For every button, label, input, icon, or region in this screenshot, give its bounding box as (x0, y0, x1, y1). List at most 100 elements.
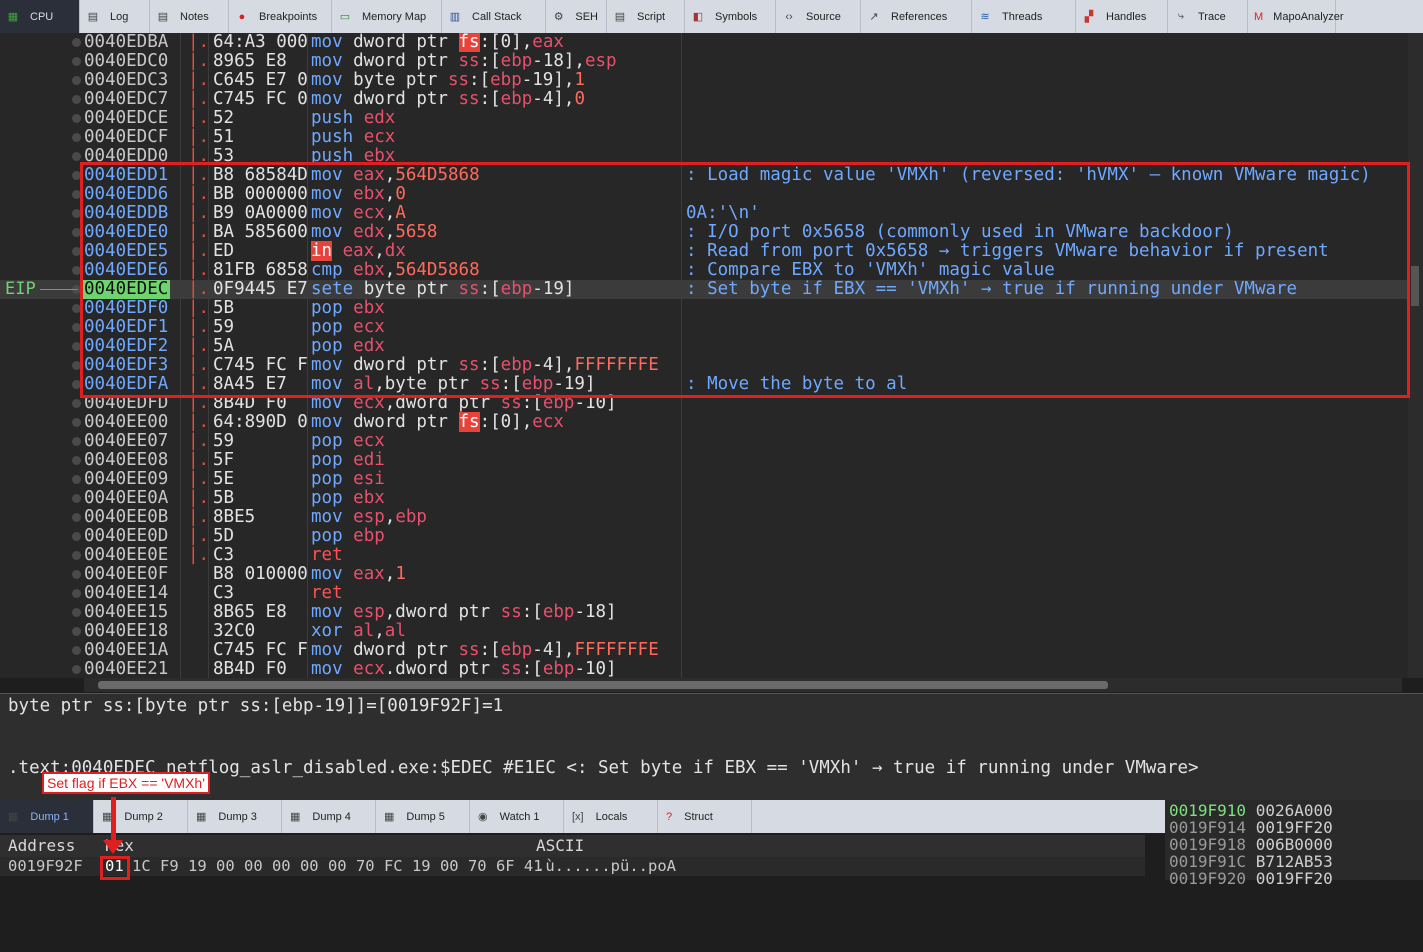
breakpoint-gutter-dot[interactable] (72, 627, 81, 636)
tab-dump-4[interactable]: ▦ Dump 4 (282, 800, 376, 833)
breakpoint-gutter-dot[interactable] (72, 456, 81, 465)
stack-view[interactable]: 0019F910 0026A000 0019F914 0019FF20 0019F9… (1165, 800, 1423, 887)
disasm-row[interactable]: 0040EE09 |. 5E pop esi (0, 470, 1408, 489)
disasm-row[interactable]: 0040EDCF |. 51 push ecx (0, 128, 1408, 147)
memory-map-icon: ▭ (339, 11, 351, 23)
tab-script[interactable]: ▤ Script (607, 0, 685, 33)
tab-locals[interactable]: [x] Locals (564, 800, 658, 833)
tab-label: SEH (575, 10, 598, 23)
breakpoint-gutter-dot[interactable] (72, 114, 81, 123)
instruction-address: 0040EE18 (84, 621, 169, 641)
instruction-token: ret (311, 583, 343, 603)
breakpoint-gutter-dot[interactable] (72, 95, 81, 104)
disassembly-horizontal-scrollbar[interactable] (84, 678, 1402, 692)
jump-marker: |. (188, 488, 210, 508)
tab-call-stack[interactable]: ▥ Call Stack (442, 0, 546, 33)
tab-seh[interactable]: ⚙ SEH (546, 0, 607, 33)
instruction-token: -4], (532, 640, 575, 660)
dump-row[interactable]: 0019F92F 01 1C F9 19 00 00 00 00 00 70 F… (0, 857, 1145, 876)
instruction-token (343, 431, 354, 451)
disasm-row[interactable]: 0040EDCE |. 52 push edx (0, 109, 1408, 128)
breakpoint-gutter-dot[interactable] (72, 38, 81, 47)
disasm-row[interactable]: 0040EE0E |. C3 ret (0, 546, 1408, 565)
tab-dump-3[interactable]: ▦ Dump 3 (188, 800, 282, 833)
tab-watch-1[interactable]: ◉ Watch 1 (470, 800, 564, 833)
disasm-row[interactable]: 0040EDBA |.64:A3 00000000mov dword ptr fs… (0, 33, 1408, 52)
tab-label: MapoAnalyzer (1273, 10, 1344, 23)
disassembly-vertical-scrollbar[interactable] (1408, 33, 1423, 678)
breakpoint-gutter-dot[interactable] (72, 152, 81, 161)
jump-marker: |. (188, 526, 210, 546)
disasm-row[interactable]: 0040EE21 8B4D F0 mov ecx.dword ptr ss:[ebp… (0, 660, 1408, 678)
breakpoint-gutter-dot[interactable] (72, 133, 81, 142)
disasm-row[interactable]: 0040EE07 |. 59 pop ecx (0, 432, 1408, 451)
tab-notes[interactable]: ▤ Notes (150, 0, 229, 33)
disasm-row[interactable]: 0040EE0D |. 5D pop ebp (0, 527, 1408, 546)
tab-handles[interactable]: ▞ Handles (1076, 0, 1168, 33)
disasm-row[interactable]: 0040EDC3 |. C645 E7 01 mov byte ptr ss:[ebp… (0, 71, 1408, 90)
disasm-row[interactable]: 0040EE08 |. 5F pop edi (0, 451, 1408, 470)
breakpoint-gutter-dot[interactable] (72, 475, 81, 484)
disasm-row[interactable]: 0040EE0A |. 5B pop ebx (0, 489, 1408, 508)
breakpoint-gutter-dot[interactable] (72, 532, 81, 541)
dump-hex-bytes[interactable]: 1C F9 19 00 00 00 00 00 70 FC 19 00 70 6… (132, 857, 543, 876)
disasm-row[interactable]: 0040EDC0 |. 8965 E8 mov dword ptr ss:[ebp-1… (0, 52, 1408, 71)
tab-dump-5[interactable]: ▦ Dump 5 (376, 800, 470, 833)
tab-log[interactable]: ▤ Log (80, 0, 150, 33)
tab-references[interactable]: ↗ References (861, 0, 972, 33)
references-icon: ↗ (869, 11, 879, 23)
stack-row[interactable]: 0019F918 006B0000 (1169, 836, 1333, 853)
tab-symbols[interactable]: ◧ Symbols (685, 0, 776, 33)
dump-ascii[interactable]: .ù......pü..poA (536, 857, 676, 876)
breakpoint-icon: ● (238, 10, 246, 23)
tab-trace[interactable]: ⤷ Trace (1168, 0, 1248, 33)
tab-threads[interactable]: ≋ Threads (972, 0, 1076, 33)
disasm-row[interactable]: 0040EE14 C3 ret (0, 584, 1408, 603)
disasm-row[interactable]: 0040EE18 32C0 xor al,al (0, 622, 1408, 641)
disasm-row[interactable]: 0040EDC7 |.C745 FC 00000000mov dword ptr … (0, 90, 1408, 109)
tab-memory-map[interactable]: ▭ Memory Map (332, 0, 442, 33)
disasm-row[interactable]: 0040EE1A C745 FC FEFFFFFFmov dword ptr ss… (0, 641, 1408, 660)
scrollbar-thumb[interactable] (1411, 266, 1419, 306)
tab-mapoanalyzer[interactable]: M MapoAnalyzer (1248, 0, 1344, 33)
breakpoint-gutter-dot[interactable] (72, 646, 81, 655)
disasm-row[interactable]: 0040EE00 |.64:890D 00000000mov dword ptr … (0, 412, 1408, 432)
breakpoint-gutter-dot[interactable] (72, 665, 81, 674)
breakpoint-gutter-dot[interactable] (72, 513, 81, 522)
instruction-text: ret (311, 584, 343, 603)
breakpoint-gutter-dot[interactable] (72, 399, 81, 408)
instruction-token (353, 127, 364, 147)
instruction-token: , (374, 621, 385, 641)
breakpoint-gutter-dot[interactable] (72, 437, 81, 446)
tab-cpu[interactable]: ▦ CPU (0, 0, 80, 33)
tab-dump-2[interactable]: ▦ Dump 2 (94, 800, 188, 833)
disasm-row[interactable]: 0040EE15 8B65 E8 mov esp,dword ptr ss:[ebp… (0, 603, 1408, 622)
breakpoint-gutter-dot[interactable] (72, 570, 81, 579)
script-icon: ▤ (614, 11, 626, 23)
breakpoint-gutter-dot[interactable] (72, 494, 81, 503)
instruction-address: 0040EE15 (84, 602, 169, 622)
disasm-row[interactable]: 0040EE0F B8 01000000mov eax,1 (0, 565, 1408, 584)
tab-breakpoints[interactable]: ● Breakpoints (229, 0, 332, 33)
breakpoint-gutter-dot[interactable] (72, 76, 81, 85)
breakpoint-gutter-dot[interactable] (72, 608, 81, 617)
stack-row[interactable]: 0019F91C B712AB53 (1169, 853, 1333, 870)
stack-row[interactable]: 0019F920 0019FF20 (1169, 870, 1333, 887)
breakpoint-gutter-dot[interactable] (72, 589, 81, 598)
instruction-token: 1 (395, 564, 406, 584)
handles-icon: ▞ (1084, 11, 1094, 23)
stack-row[interactable]: 0019F914 0019FF20 (1169, 819, 1333, 836)
instruction-bytes: 64:A3 00000000 (213, 33, 308, 52)
dump-row-address: 0019F92F (8, 857, 83, 875)
instruction-token: push (311, 127, 354, 147)
scrollbar-thumb[interactable] (98, 681, 1108, 689)
tab-source[interactable]: ‹› Source (776, 0, 861, 33)
stack-row[interactable]: 0019F910 0026A000 (1169, 802, 1333, 819)
tab-dump-1[interactable]: ▦ Dump 1 (0, 800, 94, 833)
breakpoint-gutter-dot[interactable] (72, 551, 81, 560)
breakpoint-gutter-dot[interactable] (72, 418, 81, 427)
breakpoint-gutter-dot[interactable] (72, 57, 81, 66)
highlight-box-vmware-check (80, 162, 1410, 398)
disasm-row[interactable]: 0040EE0B |. 8BE5 mov esp,ebp (0, 508, 1408, 527)
tab-struct[interactable]: ? Struct (658, 800, 752, 833)
